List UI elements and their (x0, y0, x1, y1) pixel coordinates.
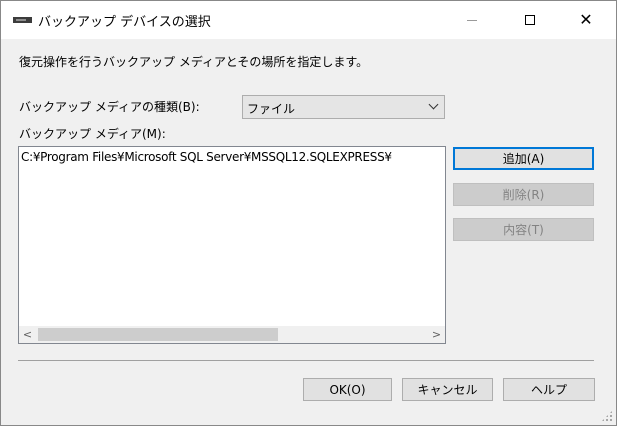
dialog-window: バックアップ デバイスの選択 ✕ 復元操作を行うバックアップ メディアとその場所… (0, 0, 617, 426)
scroll-left-icon[interactable]: < (19, 326, 36, 343)
contents-button[interactable]: 内容(T) (453, 218, 594, 241)
media-type-value: ファイル (247, 102, 296, 116)
scrollbar-thumb[interactable] (38, 328, 278, 341)
minimize-button[interactable] (449, 1, 495, 39)
ok-button[interactable]: OK(O) (303, 378, 392, 401)
resize-grip-icon[interactable] (601, 410, 613, 422)
maximize-button[interactable] (507, 1, 553, 39)
title-bar[interactable]: バックアップ デバイスの選択 ✕ (1, 1, 616, 39)
media-listbox[interactable]: C:¥Program Files¥Microsoft SQL Server¥MS… (18, 146, 446, 344)
media-list-label: バックアップ メディア(M): (19, 127, 166, 141)
horizontal-scrollbar[interactable]: < > (19, 326, 445, 343)
add-button[interactable]: 追加(A) (453, 147, 594, 170)
scroll-right-icon[interactable]: > (428, 326, 445, 343)
window-title: バックアップ デバイスの選択 (38, 15, 211, 30)
close-icon: ✕ (579, 10, 593, 29)
remove-button[interactable]: 削除(R) (453, 183, 594, 206)
instruction-text: 復元操作を行うバックアップ メディアとその場所を指定します。 (19, 55, 369, 69)
divider (18, 360, 594, 361)
minimize-icon (467, 19, 477, 21)
media-type-select[interactable]: ファイル (242, 95, 445, 119)
tape-drive-icon (13, 17, 32, 23)
maximize-icon (525, 15, 535, 25)
list-item[interactable]: C:¥Program Files¥Microsoft SQL Server¥MS… (21, 150, 392, 164)
media-type-label: バックアップ メディアの種類(B): (19, 100, 200, 114)
chevron-down-icon (428, 99, 439, 110)
close-button[interactable]: ✕ (563, 1, 609, 39)
help-button[interactable]: ヘルプ (503, 378, 595, 401)
cancel-button[interactable]: キャンセル (402, 378, 493, 401)
